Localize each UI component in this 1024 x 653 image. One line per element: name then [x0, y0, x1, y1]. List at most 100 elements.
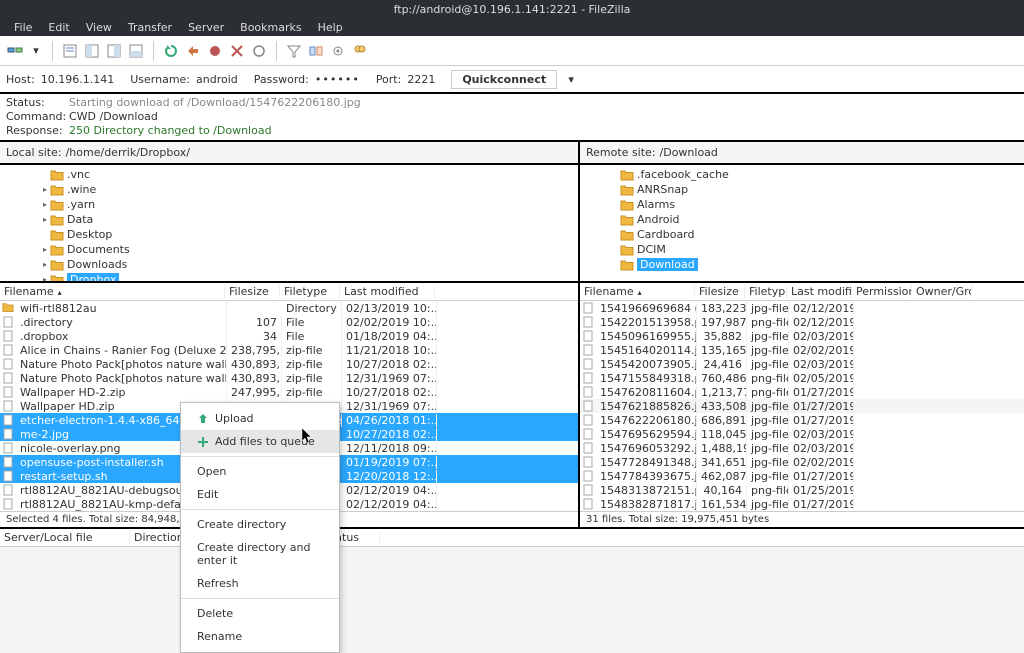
processqueue-icon[interactable]	[184, 42, 202, 60]
contextmenu-delete[interactable]: Delete	[181, 602, 339, 625]
cancel-icon[interactable]	[206, 42, 224, 60]
menu-file[interactable]: File	[6, 21, 40, 34]
file-row[interactable]: 1547622206180.jpg686,891jpg-file01/27/20…	[580, 413, 1024, 427]
togglelog-icon[interactable]	[61, 42, 79, 60]
column-header[interactable]: Filetype	[280, 285, 340, 298]
message-log[interactable]: Status:Starting download of /Download/15…	[0, 94, 1024, 142]
contextmenu-open[interactable]: Open	[181, 460, 339, 483]
username-value[interactable]: android	[196, 73, 238, 86]
file-row[interactable]: 1547621885826.jpg433,508jpg-file01/27/20…	[580, 399, 1024, 413]
local-tree[interactable]: .vnc▸.wine▸.yarn▸DataDesktop▸Documents▸D…	[0, 165, 578, 283]
tree-caret[interactable]: ▸	[40, 245, 50, 254]
column-header[interactable]: Filesize	[225, 285, 280, 298]
file-row[interactable]: 1547784393675.jpg462,087jpg-file01/27/20…	[580, 469, 1024, 483]
queue-column-header[interactable]: Server/Local file	[0, 531, 130, 544]
tree-item[interactable]: ▸.yarn	[0, 197, 578, 212]
column-header[interactable]: Owner/Grou...	[912, 285, 972, 298]
tree-caret[interactable]: ▸	[40, 260, 50, 269]
contextmenu-upload[interactable]: Upload	[181, 407, 339, 430]
file-row[interactable]: 1547155849318.png760,486png-file02/05/20…	[580, 371, 1024, 385]
sitemanager-dropdown[interactable]: ▾	[28, 44, 44, 57]
file-row[interactable]: 1542201513958.png197,987png-file02/12/20…	[580, 315, 1024, 329]
menu-bookmarks[interactable]: Bookmarks	[232, 21, 309, 34]
port-value[interactable]: 2221	[407, 73, 435, 86]
tree-item[interactable]: .facebook_cache	[580, 167, 1024, 182]
file-type: jpg-file	[747, 344, 789, 357]
tree-item[interactable]: ▸.wine	[0, 182, 578, 197]
compare-icon[interactable]	[307, 42, 325, 60]
menu-help[interactable]: Help	[310, 21, 351, 34]
menu-server[interactable]: Server	[180, 21, 232, 34]
column-header[interactable]: Filename▴	[0, 285, 225, 298]
toggleremote-icon[interactable]	[105, 42, 123, 60]
column-header[interactable]: Filename▴	[580, 285, 695, 298]
remote-tree[interactable]: .facebook_cacheANRSnapAlarmsAndroidCardb…	[580, 165, 1024, 283]
file-row[interactable]: 1545096169955.jpg35,882jpg-file02/03/201…	[580, 329, 1024, 343]
tree-caret[interactable]: ▸	[40, 215, 50, 224]
tree-caret[interactable]: ▸	[40, 275, 50, 283]
host-value[interactable]: 10.196.1.141	[41, 73, 114, 86]
quickconnect-button[interactable]: Quickconnect	[451, 70, 557, 89]
tree-item[interactable]: Cardboard	[580, 227, 1024, 242]
tree-item[interactable]: DCIM	[580, 242, 1024, 257]
file-row[interactable]: 1548313872151.png40,164png-file01/25/201…	[580, 483, 1024, 497]
reconnect-icon[interactable]	[250, 42, 268, 60]
column-header[interactable]: Filesize	[695, 285, 745, 298]
tree-item[interactable]: ▸Documents	[0, 242, 578, 257]
file-row[interactable]: 1547695629594.jpg118,045jpg-file02/03/20…	[580, 427, 1024, 441]
menu-view[interactable]: View	[78, 21, 120, 34]
file-row[interactable]: .dropbox34File01/18/2019 04:...	[0, 329, 578, 343]
quickconnect-dropdown[interactable]: ▾	[563, 73, 579, 86]
contextmenu-refresh[interactable]: Refresh	[181, 572, 339, 595]
sitemanager-icon[interactable]	[6, 42, 24, 60]
column-header[interactable]: Filetype	[745, 285, 787, 298]
menubar: FileEditViewTransferServerBookmarksHelp	[0, 18, 1024, 36]
contextmenu-add-files-to-queue[interactable]: Add files to queue	[181, 430, 339, 453]
tree-item[interactable]: Desktop	[0, 227, 578, 242]
file-name: Alice in Chains - Ranier Fog (Deluxe 2CD…	[16, 344, 227, 357]
tree-caret[interactable]: ▸	[40, 200, 50, 209]
file-row[interactable]: 1545164020114.jpg135,165jpg-file02/02/20…	[580, 343, 1024, 357]
file-row[interactable]: 1547728491348.jpg341,651jpg-file02/02/20…	[580, 455, 1024, 469]
remote-file-list[interactable]: 1541966969684 (1).jpg183,223jpg-file02/1…	[580, 301, 1024, 511]
tree-item[interactable]: Download	[580, 257, 1024, 272]
tree-item[interactable]: ANRSnap	[580, 182, 1024, 197]
contextmenu-edit[interactable]: Edit	[181, 483, 339, 506]
column-header[interactable]: Last modified	[787, 285, 852, 298]
tree-caret[interactable]: ▸	[40, 185, 50, 194]
file-row[interactable]: 1545420073905.jpg24,416jpg-file02/03/201…	[580, 357, 1024, 371]
column-header[interactable]: Permission	[852, 285, 912, 298]
file-row[interactable]: 1541966969684 (1).jpg183,223jpg-file02/1…	[580, 301, 1024, 315]
password-value[interactable]: ••••••	[315, 73, 360, 86]
file-row[interactable]: 1548382871817.jpg161,534jpg-file01/27/20…	[580, 497, 1024, 511]
search-icon[interactable]	[351, 42, 369, 60]
disconnect-icon[interactable]	[228, 42, 246, 60]
menu-transfer[interactable]: Transfer	[120, 21, 180, 34]
tree-item[interactable]: Android	[580, 212, 1024, 227]
file-row[interactable]: Nature Photo Pack[photos nature wallpape…	[0, 357, 578, 371]
file-row[interactable]: .directory107File02/02/2019 10:...	[0, 315, 578, 329]
file-icon	[2, 400, 14, 412]
tree-item[interactable]: ▸Data	[0, 212, 578, 227]
tree-item[interactable]: Alarms	[580, 197, 1024, 212]
menu-edit[interactable]: Edit	[40, 21, 77, 34]
local-site-path[interactable]: /home/derrik/Dropbox/	[66, 146, 190, 159]
file-row[interactable]: Alice in Chains - Ranier Fog (Deluxe 2CD…	[0, 343, 578, 357]
contextmenu-create-directory-and-enter-it[interactable]: Create directory and enter it	[181, 536, 339, 572]
togglequeue-icon[interactable]	[127, 42, 145, 60]
filter-icon[interactable]	[285, 42, 303, 60]
tree-item[interactable]: ▸Dropbox	[0, 272, 578, 283]
file-row[interactable]: wifi-rtl8812auDirectory02/13/2019 10:...	[0, 301, 578, 315]
refresh-icon[interactable]	[162, 42, 180, 60]
togglelocal-icon[interactable]	[83, 42, 101, 60]
sync-icon[interactable]	[329, 42, 347, 60]
tree-item[interactable]: ▸Downloads	[0, 257, 578, 272]
contextmenu-create-directory[interactable]: Create directory	[181, 513, 339, 536]
tree-item[interactable]: .vnc	[0, 167, 578, 182]
file-row[interactable]: 1547620811604.png1,213,770png-file01/27/…	[580, 385, 1024, 399]
column-header[interactable]: Last modified	[340, 285, 435, 298]
file-row[interactable]: Wallpaper HD-2.zip247,995,...zip-file10/…	[0, 385, 578, 399]
file-row[interactable]: 1547696053292.jpg1,488,196jpg-file02/03/…	[580, 441, 1024, 455]
file-row[interactable]: Nature Photo Pack[photos nature wallpape…	[0, 371, 578, 385]
remote-site-path[interactable]: /Download	[660, 146, 718, 159]
